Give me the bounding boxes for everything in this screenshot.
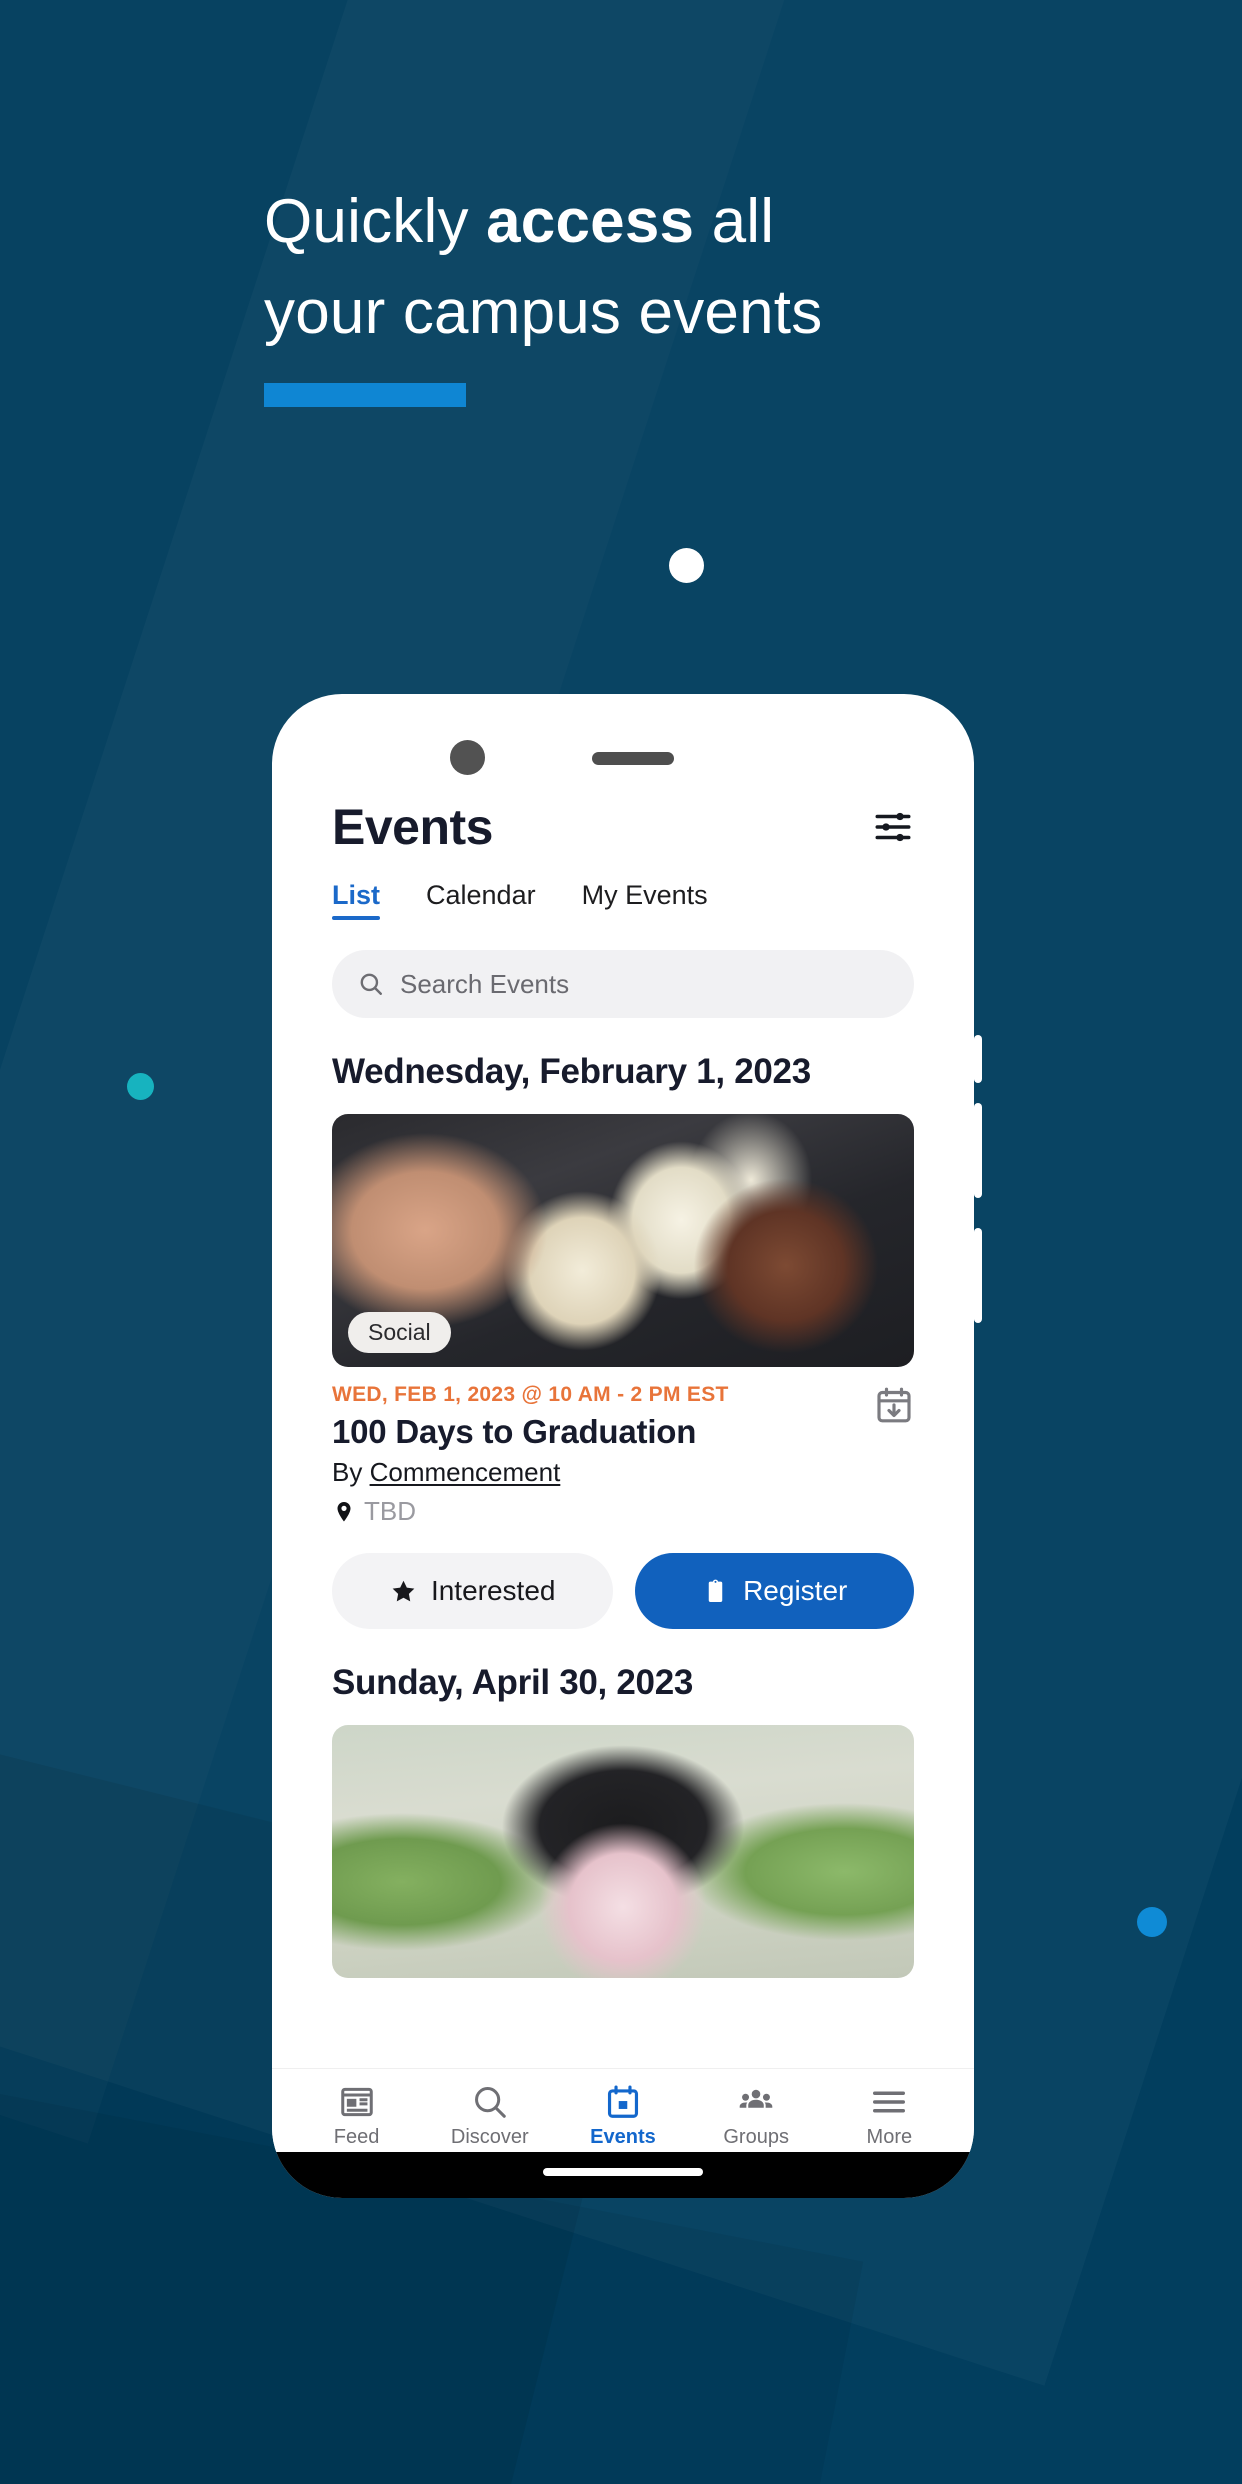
- phone-volume-down-button[interactable]: [974, 1228, 982, 1323]
- speaker-bar-icon: [592, 752, 674, 765]
- filter-sliders-icon[interactable]: [872, 806, 914, 848]
- people-icon: [739, 2089, 773, 2108]
- interested-button[interactable]: Interested: [332, 1553, 614, 1629]
- nav-label-feed: Feed: [333, 2126, 380, 2148]
- event-title[interactable]: 100 Days to Graduation: [332, 1413, 914, 1451]
- calendar-icon: [607, 2085, 639, 2118]
- clipboard-icon: [708, 1579, 723, 1602]
- tab-my-events[interactable]: My Events: [582, 880, 708, 920]
- event-location-text: TBD: [364, 1496, 416, 1526]
- app-screen: Events List Calendar My Events Search Ev…: [272, 770, 974, 2198]
- tab-calendar[interactable]: Calendar: [426, 880, 536, 920]
- hamburger-icon: [873, 2091, 906, 2113]
- event-location: TBD: [332, 1496, 914, 1527]
- nav-label-events: Events: [590, 2126, 656, 2148]
- headline-line2: your campus events: [264, 278, 823, 347]
- event-card-graduation[interactable]: [272, 1707, 974, 1978]
- day-header-apr-30: Sunday, April 30, 2023: [332, 1663, 694, 1702]
- blue-dot: [1137, 1907, 1167, 1937]
- phone-top-bezel: [272, 694, 974, 775]
- event-card-100-days[interactable]: Social WED, FEB 1, 2023 @ 10 AM - 2 PM E…: [272, 1096, 974, 1629]
- headline-text-part1: Quickly: [264, 187, 487, 256]
- headline-text-part2: all: [694, 187, 775, 256]
- search-icon: [360, 973, 382, 995]
- nav-item-discover[interactable]: Discover: [427, 2083, 553, 2149]
- headline-line1: Quickly access all: [264, 187, 774, 256]
- phone-volume-up-button[interactable]: [974, 1103, 982, 1198]
- home-indicator[interactable]: [543, 2168, 703, 2176]
- tab-list[interactable]: List: [332, 880, 381, 920]
- phone-mute-button[interactable]: [974, 1035, 982, 1083]
- event-organizer-link[interactable]: Commencement: [370, 1457, 561, 1487]
- interested-label: Interested: [430, 1575, 556, 1606]
- newspaper-icon: [340, 2087, 373, 2117]
- event-organizer: By Commencement: [332, 1457, 914, 1488]
- search-box[interactable]: [332, 950, 914, 1018]
- event-by-prefix: By: [332, 1457, 370, 1487]
- app-header: Events: [272, 770, 974, 856]
- location-pin-icon: [337, 1501, 351, 1521]
- teal-dot: [127, 1073, 154, 1100]
- nav-label-groups: Groups: [723, 2126, 789, 2148]
- register-label: Register: [743, 1575, 848, 1606]
- accent-bar: [264, 383, 466, 407]
- status-badge: Social: [348, 1312, 451, 1353]
- phone-mockup: Events List Calendar My Events Search Ev…: [272, 694, 974, 2198]
- event-date: WED, FEB 1, 2023 @ 10 AM - 2 PM EST: [332, 1383, 729, 1406]
- nav-label-more: More: [866, 2126, 913, 2148]
- search-container: [272, 920, 974, 1018]
- headline-text-bold: access: [486, 187, 695, 256]
- graduation-cap-flowers-photo: [332, 1725, 914, 1978]
- white-dot: [669, 548, 704, 583]
- event-image-graduation[interactable]: [332, 1725, 914, 1978]
- calendar-download-icon[interactable]: [874, 1385, 914, 1425]
- bottom-navigation: Feed Discover Events Groups More: [272, 2068, 974, 2152]
- nav-item-more[interactable]: More: [826, 2083, 952, 2149]
- view-tabs: List Calendar My Events: [272, 856, 974, 920]
- phone-home-area: [272, 2152, 974, 2198]
- event-image-champagne[interactable]: Social: [332, 1114, 914, 1367]
- register-button[interactable]: Register: [635, 1553, 914, 1629]
- promo-headline: Quickly access all your campus events: [264, 176, 1084, 358]
- nav-item-groups[interactable]: Groups: [693, 2083, 819, 2149]
- day-header-feb-1: Wednesday, February 1, 2023: [332, 1052, 811, 1091]
- star-icon: [392, 1580, 415, 1601]
- nav-item-events[interactable]: Events: [560, 2083, 686, 2149]
- nav-item-feed[interactable]: Feed: [294, 2083, 420, 2149]
- event-meta: WED, FEB 1, 2023 @ 10 AM - 2 PM EST 100 …: [332, 1367, 914, 1527]
- nav-label-discover: Discover: [450, 2126, 529, 2148]
- event-actions: Interested Register: [332, 1553, 914, 1629]
- search-input[interactable]: [400, 968, 888, 1000]
- page-title: Events: [332, 799, 493, 855]
- search-icon: [474, 2087, 506, 2118]
